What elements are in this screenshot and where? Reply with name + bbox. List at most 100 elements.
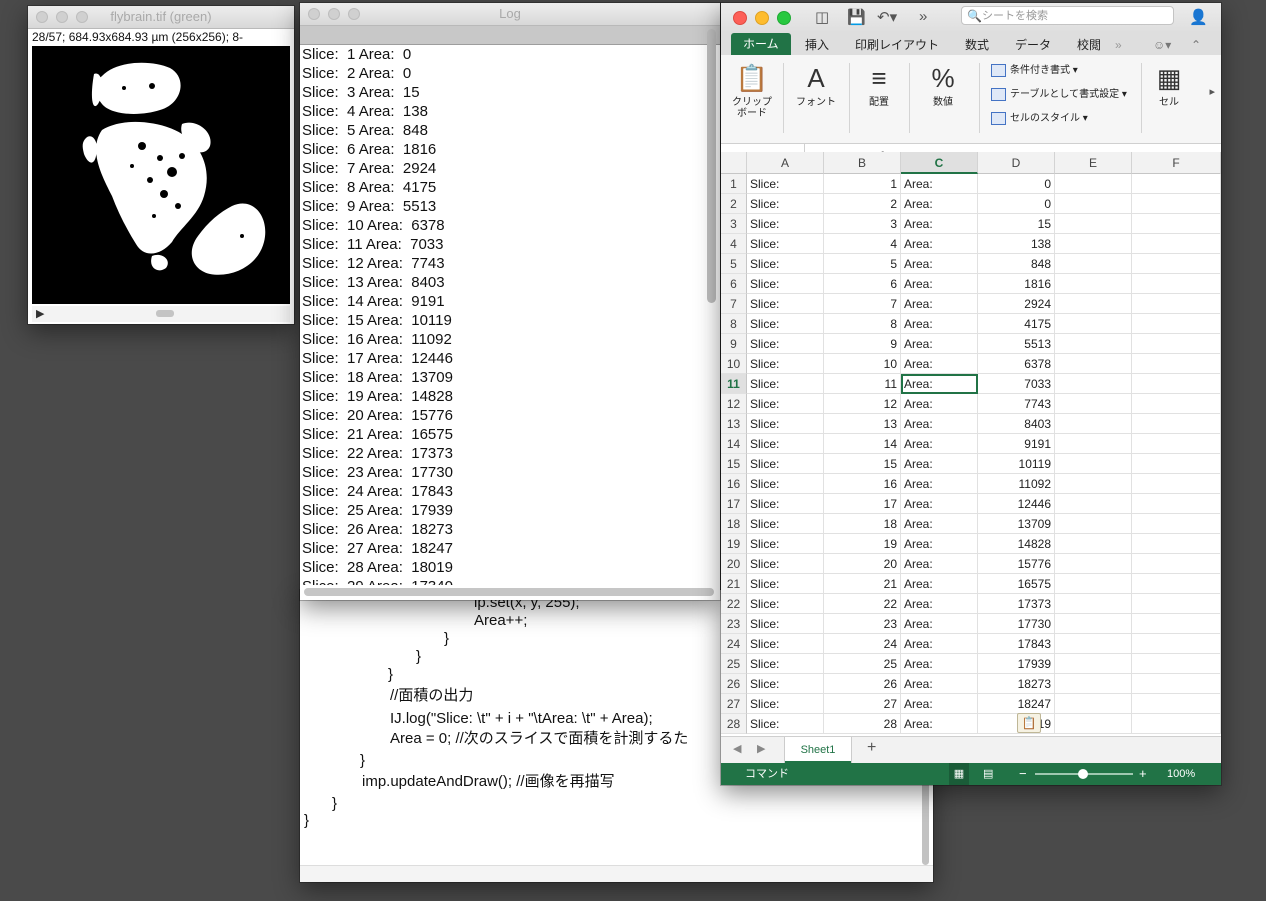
row-header[interactable]: 6 [721, 274, 747, 294]
grid-cell[interactable]: Area: [901, 634, 978, 654]
format-as-table-button[interactable]: テーブルとして書式設定 ▾ [991, 85, 1127, 101]
stack-slider[interactable]: ▶ [32, 306, 290, 322]
grid-cell[interactable]: Area: [901, 674, 978, 694]
grid-cell[interactable]: 138 [978, 234, 1055, 254]
grid-cell[interactable]: 1 [824, 174, 901, 194]
grid-cell[interactable]: 5513 [978, 334, 1055, 354]
row-header[interactable]: 21 [721, 574, 747, 594]
slider-thumb[interactable] [156, 310, 174, 317]
grid-cell[interactable]: Slice: [747, 654, 824, 674]
grid-cell[interactable]: 17939 [978, 654, 1055, 674]
grid-cell[interactable]: 2 [824, 194, 901, 214]
zoom-button[interactable] [76, 11, 88, 23]
grid-cell[interactable] [1055, 394, 1132, 414]
more-icon[interactable]: » [919, 8, 927, 25]
grid-cell[interactable]: Area: [901, 214, 978, 234]
grid-cell[interactable] [1132, 474, 1221, 494]
grid-cell[interactable]: 17373 [978, 594, 1055, 614]
row-header[interactable]: 15 [721, 454, 747, 474]
smiley-icon[interactable]: ☺▾ [1153, 35, 1171, 55]
grid-cell[interactable]: Area: [901, 614, 978, 634]
row-header[interactable]: 11 [721, 374, 747, 394]
grid-cell[interactable] [1055, 314, 1132, 334]
column-header-d[interactable]: D [978, 152, 1055, 174]
grid-cell[interactable] [1055, 654, 1132, 674]
grid-cell[interactable] [1055, 374, 1132, 394]
grid-cell[interactable] [1132, 174, 1221, 194]
grid-cell[interactable] [1055, 434, 1132, 454]
grid-cell[interactable]: 15776 [978, 554, 1055, 574]
grid-cell[interactable]: Area: [901, 454, 978, 474]
clipboard-group[interactable]: 📋 クリップ ボード [729, 59, 775, 119]
column-header-b[interactable]: B [824, 152, 901, 174]
grid-cell[interactable]: 0 [978, 194, 1055, 214]
grid-cell[interactable]: 18247 [978, 694, 1055, 714]
excel-window[interactable]: ◫ 💾 ↶▾ » 🔍 シートを検索 👤 ホーム 挿入 印刷レイアウト 数式 デー… [721, 3, 1221, 785]
grid-cell[interactable]: Slice: [747, 714, 824, 734]
grid-cell[interactable] [1055, 594, 1132, 614]
grid-cell[interactable]: Slice: [747, 614, 824, 634]
zoom-in-button[interactable]: + [1139, 763, 1147, 785]
grid-cell[interactable] [1055, 614, 1132, 634]
tab-data[interactable]: データ [1015, 35, 1051, 55]
grid-cell[interactable]: 16 [824, 474, 901, 494]
grid-cell[interactable] [1132, 374, 1221, 394]
grid-cell[interactable] [1132, 494, 1221, 514]
grid-cell[interactable]: Area: [901, 594, 978, 614]
grid-cell[interactable]: 17 [824, 494, 901, 514]
excel-titlebar[interactable]: ◫ 💾 ↶▾ » 🔍 シートを検索 👤 [721, 3, 1221, 33]
grid-cell[interactable]: 23 [824, 614, 901, 634]
grid-cell[interactable]: 11 [824, 374, 901, 394]
tab-insert[interactable]: 挿入 [805, 35, 829, 55]
grid-cell[interactable]: Area: [901, 334, 978, 354]
tab-review[interactable]: 校閲 [1077, 35, 1101, 55]
grid-cell[interactable] [1132, 254, 1221, 274]
page-layout-view-icon[interactable]: ▤ [983, 763, 993, 785]
grid-cell[interactable]: 848 [978, 254, 1055, 274]
grid-cell[interactable] [1055, 634, 1132, 654]
grid-cell[interactable] [1055, 554, 1132, 574]
grid-cell[interactable] [1055, 494, 1132, 514]
grid-cell[interactable]: Area: [901, 354, 978, 374]
grid-cell[interactable]: Area: [901, 494, 978, 514]
grid-cell[interactable]: Slice: [747, 494, 824, 514]
grid-cell[interactable]: Slice: [747, 414, 824, 434]
grid-cell[interactable]: Area: [901, 274, 978, 294]
save-icon[interactable]: 💾 [847, 8, 866, 26]
grid-cell[interactable]: Area: [901, 394, 978, 414]
row-header[interactable]: 24 [721, 634, 747, 654]
grid-cell[interactable] [1055, 234, 1132, 254]
grid-cell[interactable]: 4 [824, 234, 901, 254]
grid-cell[interactable]: 15 [978, 214, 1055, 234]
grid-cell[interactable]: 13709 [978, 514, 1055, 534]
grid-cell[interactable]: Area: [901, 474, 978, 494]
log-text-area[interactable]: Slice: 1 Area: 0 Slice: 2 Area: 0 Slice: 3… [300, 45, 706, 585]
grid-cell[interactable] [1132, 634, 1221, 654]
grid-cell[interactable]: Slice: [747, 694, 824, 714]
grid-cell[interactable]: 17843 [978, 634, 1055, 654]
row-header[interactable]: 22 [721, 594, 747, 614]
row-header[interactable]: 4 [721, 234, 747, 254]
cell-styles-button[interactable]: セルのスタイル ▾ [991, 109, 1088, 125]
paste-options-icon[interactable]: 📋 [1017, 713, 1041, 733]
font-group[interactable]: A フォント [791, 59, 841, 108]
grid-cell[interactable] [1055, 574, 1132, 594]
grid-cell[interactable]: 18273 [978, 674, 1055, 694]
grid-cell[interactable]: 1816 [978, 274, 1055, 294]
play-icon[interactable]: ▶ [36, 307, 44, 320]
grid-cell[interactable]: Area: [901, 574, 978, 594]
grid-cell[interactable] [1132, 574, 1221, 594]
column-header-c[interactable]: C [901, 152, 978, 174]
share-user-icon[interactable]: 👤 [1189, 8, 1208, 26]
grid-cell[interactable] [1055, 294, 1132, 314]
grid-cell[interactable] [1055, 414, 1132, 434]
row-header[interactable]: 10 [721, 354, 747, 374]
grid-cell[interactable]: 15 [824, 454, 901, 474]
grid-cell[interactable]: Slice: [747, 194, 824, 214]
row-header[interactable]: 3 [721, 214, 747, 234]
sheet-tab[interactable]: Sheet1 [785, 737, 851, 763]
grid-cell[interactable] [1132, 654, 1221, 674]
zoom-button[interactable] [348, 8, 360, 20]
grid-cell[interactable]: 6378 [978, 354, 1055, 374]
row-header[interactable]: 23 [721, 614, 747, 634]
